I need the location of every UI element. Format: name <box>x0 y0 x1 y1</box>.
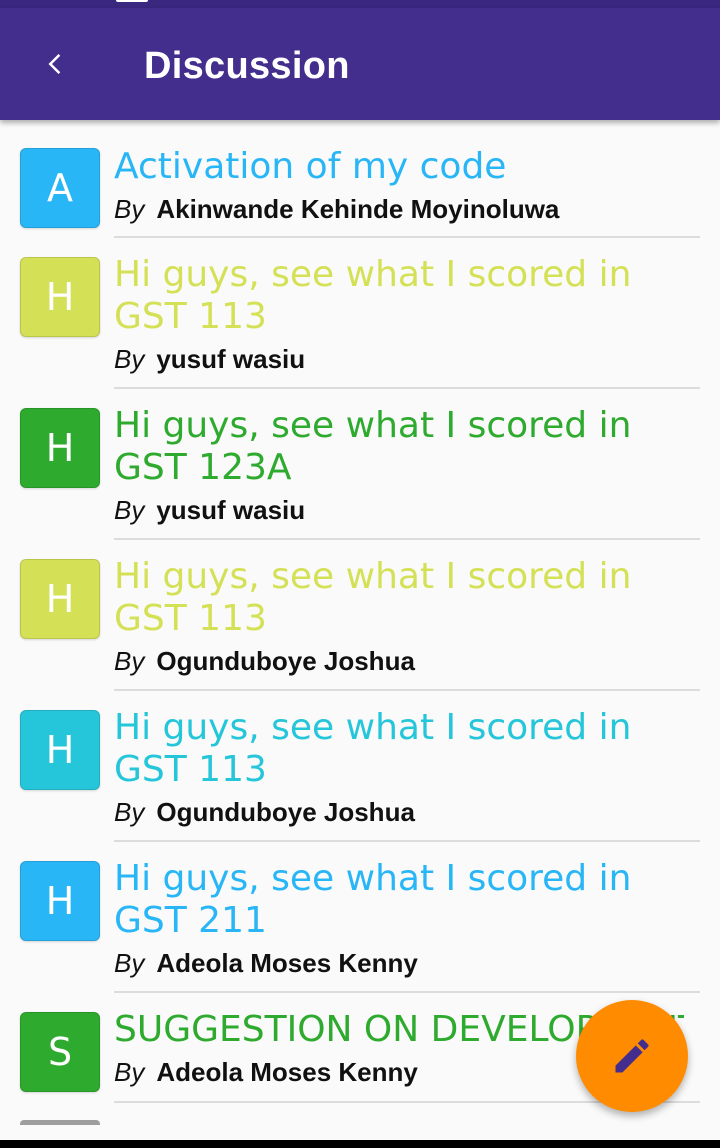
pencil-icon <box>615 1039 649 1073</box>
avatar <box>20 1120 100 1125</box>
chevron-left-icon <box>48 54 61 74</box>
avatar: S <box>20 1012 100 1092</box>
thread-byline: By Adeola Moses Kenny <box>114 946 418 980</box>
avatar-initial: H <box>45 426 75 470</box>
thread-title: Activation of my code <box>114 146 507 187</box>
thread-title: Hi guys, see what I scored in GST 211 <box>114 858 632 941</box>
thread-title: Hi guys, see what I scored in GST 123A <box>114 405 632 488</box>
by-label: By <box>114 1057 145 1087</box>
author-name: yusuf wasiu <box>156 495 306 525</box>
avatar: A <box>20 148 100 228</box>
thread-item[interactable]: A Activation of my code By Akinwande Kehi… <box>0 120 720 238</box>
avatar-initial: A <box>47 166 73 210</box>
new-discussion-button[interactable] <box>576 1000 688 1112</box>
author-name: Adeola Moses Kenny <box>156 1057 418 1087</box>
status-bar <box>0 0 720 8</box>
navigation-bar <box>0 1140 720 1148</box>
avatar-initial: H <box>45 879 75 923</box>
avatar: H <box>20 710 100 790</box>
by-label: By <box>114 495 145 525</box>
thread-item[interactable]: H Hi guys, see what I scored in GST 113 … <box>0 540 720 691</box>
by-label: By <box>114 646 145 676</box>
avatar-initial: H <box>45 275 75 319</box>
by-label: By <box>114 797 145 827</box>
author-name: Akinwande Kehinde Moyinoluwa <box>156 194 560 224</box>
by-label: By <box>114 344 145 374</box>
thread-item[interactable]: H Hi guys, see what I scored in GST 113 … <box>0 691 720 842</box>
avatar: H <box>20 559 100 639</box>
avatar: H <box>20 408 100 488</box>
thread-byline: By Ogunduboye Joshua <box>114 644 415 678</box>
author-name: yusuf wasiu <box>156 344 306 374</box>
avatar: H <box>20 257 100 337</box>
thread-item[interactable]: H Hi guys, see what I scored in GST 123A… <box>0 389 720 540</box>
avatar-initial: S <box>47 1030 73 1074</box>
thread-title: Hi guys, see what I scored in GST 113 <box>114 254 632 337</box>
avatar-initial: H <box>45 728 75 772</box>
thread-byline: By Akinwande Kehinde Moyinoluwa <box>114 192 559 226</box>
avatar-initial: H <box>45 577 75 621</box>
avatar: H <box>20 861 100 941</box>
thread-title: Hi guys, see what I scored in GST 113 <box>114 707 632 790</box>
thread-item[interactable]: H Hi guys, see what I scored in GST 211 … <box>0 842 720 993</box>
author-name: Ogunduboye Joshua <box>156 646 415 676</box>
app-bar: Discussion <box>0 8 720 120</box>
thread-byline: By yusuf wasiu <box>114 493 305 527</box>
thread-byline: By Adeola Moses Kenny <box>114 1055 418 1089</box>
status-icon <box>116 0 148 2</box>
author-name: Adeola Moses Kenny <box>156 948 418 978</box>
back-button[interactable] <box>28 36 84 92</box>
by-label: By <box>114 194 145 224</box>
page-title: Discussion <box>144 45 350 87</box>
thread-byline: By Ogunduboye Joshua <box>114 795 415 829</box>
author-name: Ogunduboye Joshua <box>156 797 415 827</box>
thread-byline: By yusuf wasiu <box>114 342 305 376</box>
thread-title: Hi guys, see what I scored in GST 113 <box>114 556 632 639</box>
by-label: By <box>114 948 145 978</box>
thread-item[interactable]: H Hi guys, see what I scored in GST 113 … <box>0 238 720 389</box>
